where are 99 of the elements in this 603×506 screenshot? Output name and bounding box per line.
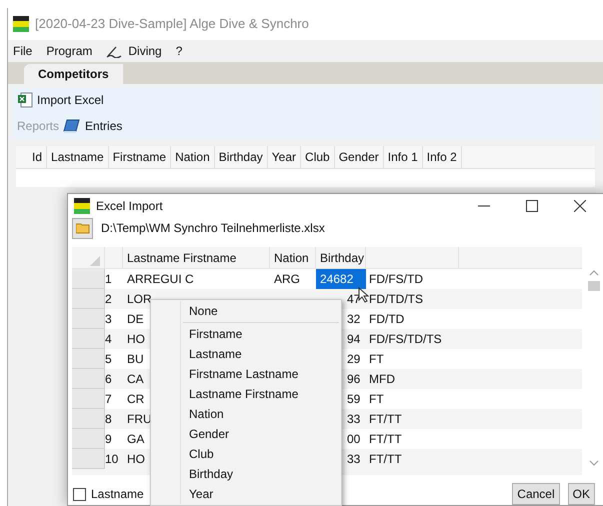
column-header[interactable]: Firstname: [108, 146, 172, 168]
birthday-cell-text: 00: [347, 431, 360, 448]
row-number: 2: [105, 291, 113, 308]
column-header[interactable]: Birthday: [214, 146, 268, 168]
row-number: 8: [105, 411, 113, 428]
name-cell-text: LOR: [127, 291, 152, 308]
column-header[interactable]: Gender: [334, 146, 384, 168]
row-header[interactable]: [72, 349, 105, 369]
menu-option[interactable]: Firstname Lastname: [181, 364, 341, 384]
maximize-icon[interactable]: [526, 200, 538, 212]
events-cell-text: FT/TT: [368, 451, 403, 468]
events-cell-text: FD/FS/TD/TS: [368, 331, 443, 348]
events-cell-text: FD/TD: [368, 311, 406, 328]
birthday-cell-text: 29: [347, 351, 360, 368]
checkbox-label: Lastname: [91, 486, 144, 503]
row-header[interactable]: [72, 429, 105, 449]
open-folder-button[interactable]: [72, 218, 93, 239]
row-header[interactable]: [72, 369, 105, 389]
name-cell-text: BU: [127, 351, 144, 368]
row-header[interactable]: [72, 269, 105, 289]
row-header[interactable]: [72, 309, 105, 329]
row-header[interactable]: [72, 409, 105, 429]
toolbar-button[interactable]: Import Excel: [17, 91, 104, 109]
book-icon: [63, 118, 82, 134]
events-cell-text: MFD: [368, 371, 396, 388]
name-cell-text: DE: [127, 311, 144, 328]
birthday-cell-text: 96: [347, 371, 360, 388]
close-icon[interactable]: [574, 200, 586, 212]
name-cell-text: GA: [127, 431, 144, 448]
row-number: 6: [105, 371, 113, 388]
column-header[interactable]: Year: [268, 146, 302, 168]
column-header[interactable]: Lastname: [47, 146, 109, 168]
column-header[interactable]: Id: [28, 146, 48, 168]
column-header[interactable]: Nation: [171, 146, 215, 168]
select-all-corner-icon[interactable]: [90, 256, 100, 266]
menu-option[interactable]: Year: [181, 484, 341, 504]
nation-cell-text: ARG: [273, 271, 302, 288]
window-title: [2020-04-23 Dive-Sample] Alge Dive & Synchro: [35, 15, 309, 34]
row-header[interactable]: [72, 389, 105, 409]
scrollbar-thumb[interactable]: [588, 281, 600, 291]
menu-item[interactable]: File: [13, 42, 32, 60]
column-header[interactable]: Birthday: [316, 247, 366, 268]
events-cell-text: FD/FS/TD: [368, 271, 424, 288]
menu-option[interactable]: None: [181, 301, 341, 321]
app-logo-icon: [74, 198, 90, 214]
scroll-up-icon[interactable]: [589, 269, 599, 277]
folder-icon: [76, 222, 90, 234]
file-path: D:\Temp\WM Synchro Teilnehmerliste.xlsx: [101, 220, 325, 238]
menu-option[interactable]: Nation: [181, 404, 341, 424]
row-header[interactable]: [72, 449, 105, 469]
name-cell-text: ARREGUI C: [127, 271, 194, 288]
name-cell-text: HO: [127, 451, 145, 468]
events-cell-text: FT: [368, 391, 385, 408]
menu-item[interactable]: Diving: [106, 42, 162, 60]
app-logo-icon: [13, 16, 29, 32]
birthday-cell-text: 94: [347, 331, 360, 348]
row-header[interactable]: [72, 329, 105, 349]
tab[interactable]: Competitors: [24, 64, 123, 84]
birthday-cell-text: 32: [347, 311, 360, 328]
scroll-down-icon[interactable]: [589, 459, 599, 467]
events-cell-text: FT: [368, 351, 385, 368]
birthday-cell-text: 33: [347, 451, 360, 468]
pen-icon: [106, 44, 122, 58]
row-number: 9: [105, 431, 113, 448]
row-number: 4: [105, 331, 113, 348]
row-number: 1: [105, 271, 113, 288]
menu-option[interactable]: Club: [181, 444, 341, 464]
spreadsheet-icon: [17, 92, 33, 108]
menu-option[interactable]: Birthday: [181, 464, 341, 484]
events-cell-text: FT/TT: [368, 431, 403, 448]
dialog-button[interactable]: Cancel: [512, 483, 560, 505]
name-cell-text: CR: [127, 391, 144, 408]
row-number: 7: [105, 391, 113, 408]
row-number: 3: [105, 311, 113, 328]
row-number: 5: [105, 351, 113, 368]
menu-option[interactable]: Lastname Firstname: [181, 384, 341, 404]
column-header[interactable]: Info 2: [422, 146, 462, 168]
row-header[interactable]: [72, 289, 105, 309]
column-header[interactable]: Info 1: [384, 146, 423, 168]
dialog-button[interactable]: OK: [568, 483, 595, 505]
menu-option[interactable]: Firstname: [181, 324, 341, 344]
birthday-cell-text: 59: [347, 391, 360, 408]
menu-item[interactable]: Program: [46, 42, 92, 60]
name-cell-text: CA: [127, 371, 144, 388]
column-header[interactable]: Club: [301, 146, 335, 168]
events-cell-text: FT/TT: [368, 411, 403, 428]
menu-option[interactable]: Gender: [181, 424, 341, 444]
events-cell-text: FD/TD/TS: [368, 291, 424, 308]
column-header[interactable]: Nation: [270, 247, 316, 268]
row-number: 10: [105, 451, 120, 468]
menu-option[interactable]: Lastname: [181, 344, 341, 364]
checkbox[interactable]: [73, 488, 86, 500]
toolbar-button[interactable]: Entries: [63, 117, 122, 135]
birthday-cell-text: 33: [347, 411, 360, 428]
birthday-cell: 24682: [316, 269, 366, 289]
column-header[interactable]: Lastname Firstname: [123, 247, 270, 268]
dialog-title: Excel Import: [96, 198, 163, 215]
name-cell-text: HO: [127, 331, 145, 348]
menu-item[interactable]: ?: [176, 42, 182, 60]
